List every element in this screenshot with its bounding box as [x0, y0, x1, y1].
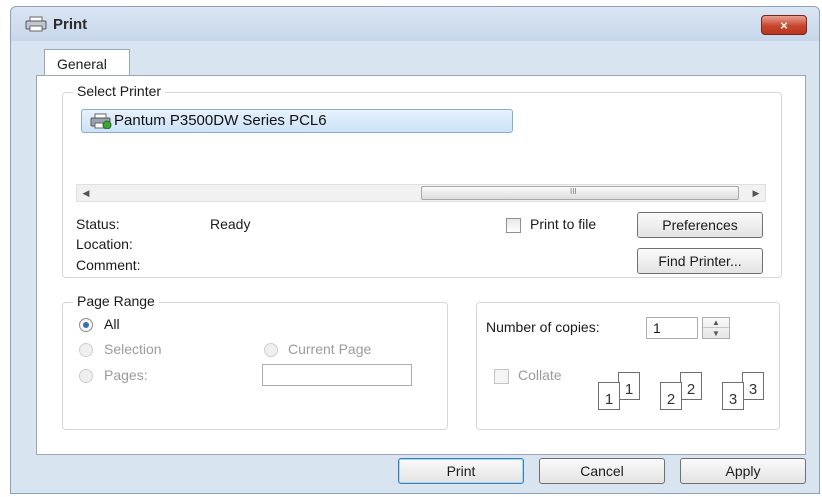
copies-value: 1: [653, 320, 661, 336]
scrollbar-grip: III: [570, 187, 577, 196]
number-of-copies-label: Number of copies:: [486, 319, 600, 335]
window-title: Print: [53, 16, 88, 33]
sheet-number: 2: [666, 391, 676, 408]
print-to-file-checkbox[interactable]: [506, 218, 521, 233]
collate-sheet: 1: [618, 372, 640, 400]
range-pages-label: Pages:: [104, 367, 148, 383]
printer-name: Pantum P3500DW Series PCL6: [114, 112, 327, 129]
sheet-number: 1: [624, 381, 634, 398]
scrollbar-thumb[interactable]: III: [421, 186, 739, 200]
preferences-button[interactable]: Preferences: [637, 212, 763, 238]
scroll-right-icon[interactable]: ▶: [747, 185, 765, 201]
tab-general[interactable]: General: [44, 49, 130, 77]
apply-button[interactable]: Apply: [680, 458, 806, 484]
status-label: Status:: [76, 216, 120, 232]
cancel-button[interactable]: Cancel: [539, 458, 665, 484]
location-label: Location:: [76, 236, 133, 252]
print-button[interactable]: Print: [398, 458, 524, 484]
range-selection-radio[interactable]: [79, 343, 93, 357]
close-button[interactable]: ×: [761, 15, 807, 35]
sheet-number: 3: [728, 391, 738, 408]
range-all-radio[interactable]: [79, 318, 93, 332]
range-pages-radio[interactable]: [79, 369, 93, 383]
collate-sheet: 2: [660, 382, 682, 410]
range-selection-label: Selection: [104, 341, 162, 357]
printer-icon: [90, 113, 112, 129]
tab-general-label: General: [57, 56, 107, 72]
sheet-number: 3: [748, 381, 758, 398]
collate-sheet: 1: [598, 382, 620, 410]
status-value: Ready: [210, 216, 251, 232]
spin-up-icon[interactable]: ▲: [703, 318, 729, 328]
range-current-page-radio[interactable]: [264, 343, 278, 357]
comment-label: Comment:: [76, 257, 141, 273]
close-icon: ×: [780, 17, 788, 33]
collate-sheet: 2: [680, 372, 702, 400]
copies-spinner[interactable]: ▲ ▼: [702, 317, 730, 339]
collate-label: Collate: [518, 367, 562, 383]
scroll-left-icon[interactable]: ◀: [77, 185, 95, 201]
spin-down-icon[interactable]: ▼: [703, 328, 729, 338]
collate-sheet: 3: [722, 382, 744, 410]
collate-checkbox[interactable]: [494, 369, 509, 384]
sheet-number: 2: [686, 381, 696, 398]
range-all-label: All: [104, 316, 120, 332]
collate-illustration: 1 1 2 2 3 3: [596, 370, 776, 412]
range-current-page-label: Current Page: [288, 341, 372, 357]
title-bar: Print ×: [11, 7, 819, 41]
printer-icon: [25, 16, 47, 32]
find-printer-button[interactable]: Find Printer...: [637, 248, 763, 274]
sheet-number: 1: [604, 391, 614, 408]
page-range-legend: Page Range: [73, 293, 159, 309]
printer-list-scrollbar[interactable]: ◀ III ▶: [76, 184, 766, 202]
select-printer-legend: Select Printer: [73, 83, 166, 99]
copies-input[interactable]: 1: [646, 317, 698, 339]
print-to-file-label: Print to file: [530, 216, 597, 232]
printer-list-item[interactable]: Pantum P3500DW Series PCL6: [81, 109, 513, 133]
pages-input[interactable]: [262, 364, 412, 386]
collate-sheet: 3: [742, 372, 764, 400]
